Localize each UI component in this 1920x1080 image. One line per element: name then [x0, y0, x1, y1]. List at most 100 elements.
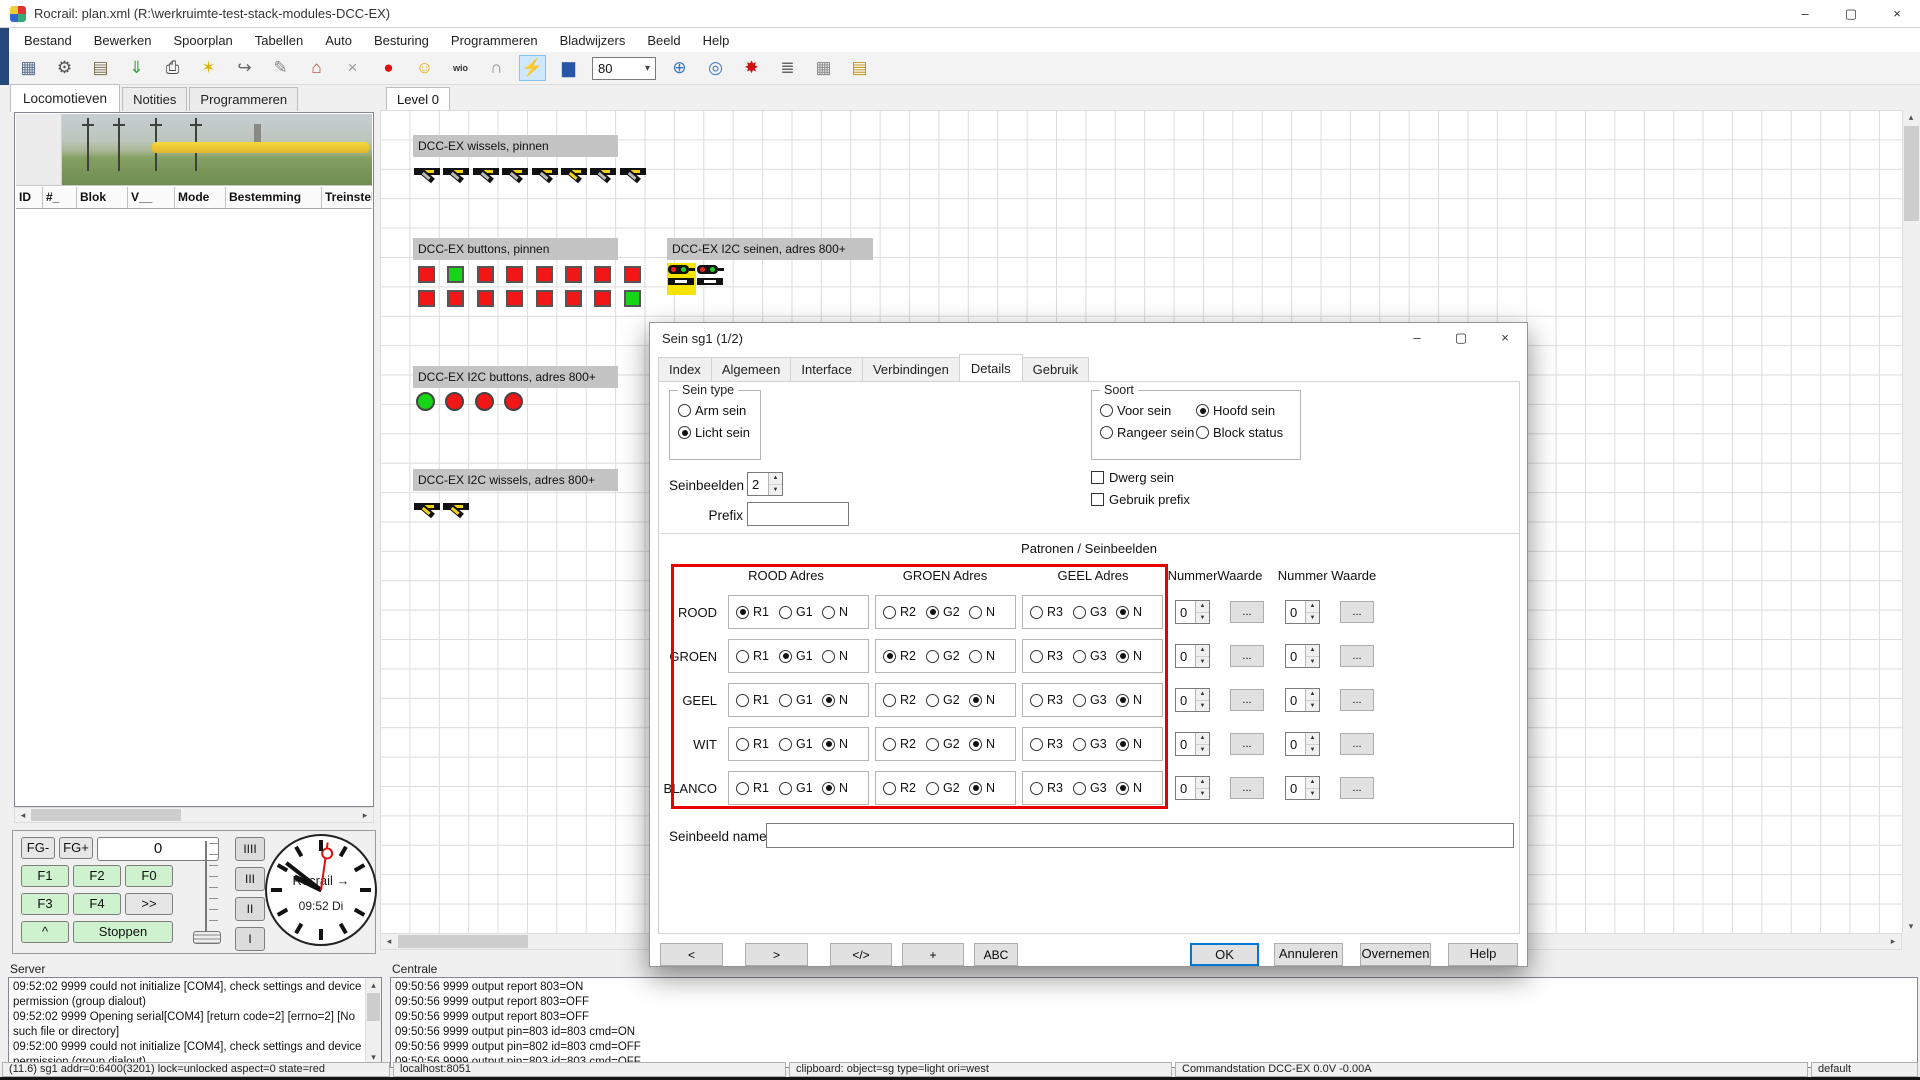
- nav-prev-button[interactable]: <: [660, 943, 723, 966]
- spinner-arrows[interactable]: ▲▼: [1305, 601, 1319, 623]
- spinner-up-icon[interactable]: ▲: [1196, 601, 1209, 613]
- push-button-red[interactable]: [536, 290, 553, 307]
- radio-n[interactable]: N: [1116, 605, 1159, 619]
- spinner-down-icon[interactable]: ▼: [1306, 657, 1319, 668]
- col-mode[interactable]: Mode: [175, 187, 226, 208]
- radio-n[interactable]: N: [822, 737, 865, 751]
- ok-button[interactable]: OK: [1190, 943, 1259, 966]
- push-button-red[interactable]: [565, 266, 582, 283]
- headset-icon[interactable]: ∩: [483, 55, 510, 81]
- round-button-red[interactable]: [445, 392, 464, 411]
- radio-n[interactable]: N: [1116, 737, 1159, 751]
- power-connect-icon[interactable]: ⚡: [519, 55, 546, 81]
- spinner-up-icon[interactable]: ▲: [1196, 777, 1209, 789]
- dialog-tab-gebruik[interactable]: Gebruik: [1022, 357, 1090, 382]
- radio-r2[interactable]: R2: [883, 737, 926, 751]
- canvas-vertical-scrollbar[interactable]: ▴ ▾: [1902, 110, 1920, 933]
- scroll-right-icon[interactable]: ▸: [357, 808, 373, 822]
- f4-button[interactable]: F4: [73, 893, 121, 915]
- radio-g2[interactable]: G2: [926, 737, 969, 751]
- spinner-down-icon[interactable]: ▼: [1196, 657, 1209, 668]
- radio-n[interactable]: N: [969, 781, 1012, 795]
- round-button-red[interactable]: [504, 392, 523, 411]
- spinner-up-icon[interactable]: ▲: [1196, 689, 1209, 701]
- radio-g3[interactable]: G3: [1073, 737, 1116, 751]
- smile-icon[interactable]: ☺: [411, 55, 438, 81]
- radio-r3[interactable]: R3: [1030, 781, 1073, 795]
- nav-next-button[interactable]: >: [745, 943, 808, 966]
- spinner-up-icon[interactable]: ▲: [1196, 645, 1209, 657]
- push-button-red[interactable]: [418, 266, 435, 283]
- scrollbar-thumb[interactable]: [31, 809, 181, 821]
- radio-n[interactable]: N: [822, 605, 865, 619]
- number-spinner[interactable]: 0▲▼: [1285, 776, 1320, 800]
- spinner-arrows[interactable]: ▲▼: [1195, 689, 1209, 711]
- push-button-red[interactable]: [418, 290, 435, 307]
- print-icon[interactable]: ⎙: [159, 55, 186, 81]
- spinner-down-icon[interactable]: ▼: [1196, 613, 1209, 624]
- radio-g2[interactable]: G2: [926, 649, 969, 663]
- radio-hoofd-sein[interactable]: Hoofd sein: [1196, 403, 1292, 418]
- push-button-red[interactable]: [594, 266, 611, 283]
- radio-r2[interactable]: R2: [883, 781, 926, 795]
- more-button[interactable]: ...: [1230, 645, 1264, 667]
- radio-n[interactable]: N: [822, 781, 865, 795]
- col-id[interactable]: ID: [16, 187, 43, 208]
- spinner-up-icon[interactable]: ▲: [1306, 645, 1319, 657]
- spinner-down-icon[interactable]: ▼: [1196, 701, 1209, 712]
- scroll-left-icon[interactable]: ◂: [381, 934, 397, 948]
- spinner-arrows[interactable]: ▲▼: [1305, 645, 1319, 667]
- menu-besturing[interactable]: Besturing: [363, 30, 440, 51]
- home-icon[interactable]: ⌂: [303, 55, 330, 81]
- nav-abc-button[interactable]: ABC: [974, 943, 1018, 966]
- push-button-red[interactable]: [624, 266, 641, 283]
- notes-icon[interactable]: ≣: [774, 55, 801, 81]
- radio-r1[interactable]: R1: [736, 605, 779, 619]
- spinner-arrows[interactable]: ▲▼: [1195, 777, 1209, 799]
- number-spinner[interactable]: 0▲▼: [1285, 644, 1320, 668]
- radio-g1[interactable]: G1: [779, 737, 822, 751]
- left-horizontal-scrollbar[interactable]: ◂ ▸: [14, 807, 374, 823]
- radio-n[interactable]: N: [1116, 649, 1159, 663]
- push-button-red[interactable]: [536, 266, 553, 283]
- f0-button[interactable]: F0: [125, 865, 173, 887]
- col-v-[interactable]: V__: [128, 187, 175, 208]
- spinner-arrows[interactable]: ▲▼: [1195, 733, 1209, 755]
- close-module-icon[interactable]: ×: [339, 55, 366, 81]
- radio-rangeer-sein[interactable]: Rangeer sein: [1100, 425, 1196, 440]
- scroll-up-icon[interactable]: ▴: [1903, 110, 1919, 124]
- zoom-reset-icon[interactable]: ◎: [702, 55, 729, 81]
- radio-licht-sein[interactable]: Licht sein: [678, 425, 750, 440]
- radio-n[interactable]: N: [969, 737, 1012, 751]
- scrollbar-thumb[interactable]: [398, 935, 528, 948]
- fg-plus-button[interactable]: FG+: [59, 837, 93, 859]
- spinner-up-icon[interactable]: ▲: [1306, 689, 1319, 701]
- radio-g3[interactable]: G3: [1073, 781, 1116, 795]
- level-tab[interactable]: Level 0: [386, 87, 450, 111]
- spinner-up-icon[interactable]: ▲: [1306, 733, 1319, 745]
- open-icon[interactable]: ⇓: [123, 55, 150, 81]
- push-button-green[interactable]: [447, 266, 464, 283]
- scroll-up-icon[interactable]: ▴: [366, 978, 381, 992]
- server-log-scrollbar[interactable]: ▴ ▾: [365, 978, 381, 1064]
- alert-icon[interactable]: ✸: [738, 55, 765, 81]
- go-icon[interactable]: ↪: [231, 55, 258, 81]
- zoom-dropdown[interactable]: 80 ▾: [592, 57, 656, 80]
- push-button-red[interactable]: [506, 266, 523, 283]
- number-spinner[interactable]: 0▲▼: [1285, 600, 1320, 624]
- throttle-slider-handle[interactable]: [193, 931, 221, 944]
- spinner-arrows[interactable]: ▲▼: [768, 473, 782, 495]
- radio-block-status[interactable]: Block status: [1196, 425, 1292, 440]
- col-blok[interactable]: Blok: [77, 187, 128, 208]
- radio-n[interactable]: N: [822, 649, 865, 663]
- more-button[interactable]: ...: [1230, 777, 1264, 799]
- maximize-button[interactable]: ▢: [1828, 0, 1874, 28]
- turnout-symbol[interactable]: [560, 167, 589, 191]
- more-button[interactable]: ...: [1340, 645, 1374, 667]
- spinner-down-icon[interactable]: ▼: [769, 485, 782, 496]
- radio-r2[interactable]: R2: [883, 649, 926, 663]
- radio-arm-sein[interactable]: Arm sein: [678, 403, 750, 418]
- minimize-button[interactable]: –: [1782, 0, 1828, 28]
- wio-icon[interactable]: wio: [447, 55, 474, 81]
- spinner-arrows[interactable]: ▲▼: [1305, 689, 1319, 711]
